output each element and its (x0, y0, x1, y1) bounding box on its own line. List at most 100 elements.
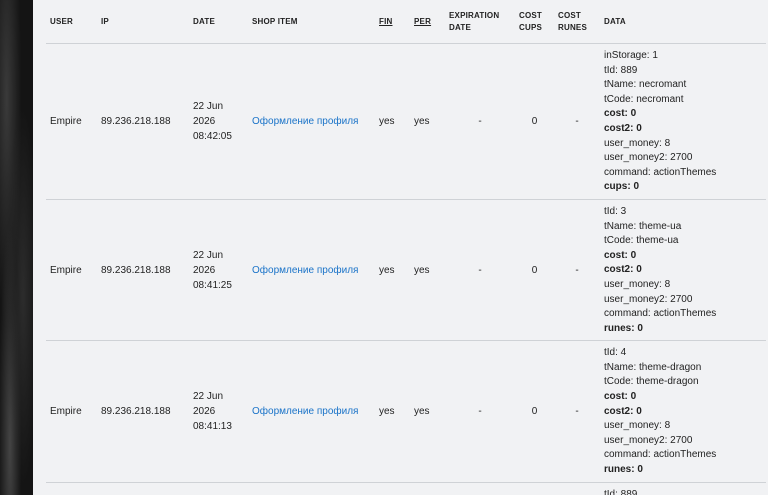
shop-log-table: USER IP DATE SHOP ITEM FIN PER EXPIRATIO… (46, 0, 766, 495)
data-line: runes: 0 (604, 322, 643, 334)
date-cell: 22 Jun 2026 08:41:13 (189, 340, 248, 483)
date-cell (189, 482, 248, 495)
cost-cups-cell: 0 (515, 43, 554, 200)
fin-cell: yes (375, 199, 410, 342)
expiration-cell: - (445, 199, 515, 342)
table-row: Empire 89.236.218.188 22 Jun 2026 08:41:13 Оф… (46, 340, 766, 483)
data-line: tId: 889 (604, 64, 638, 76)
data-cell: tId: 889 (600, 482, 766, 495)
header-user[interactable]: USER (46, 0, 97, 44)
cost-runes-cell: - (554, 43, 600, 200)
data-line: cost2: 0 (604, 405, 642, 417)
shop-item-cell: Оформление профиля (248, 199, 375, 342)
header-fin[interactable]: FIN (375, 0, 410, 44)
header-expiration-line2: DATE (449, 22, 471, 32)
data-line: user_money2: 2700 (604, 434, 693, 446)
data-line: command: actionThemes (604, 166, 717, 178)
data-line: user_money: 8 (604, 420, 671, 432)
ip-cell: 89.236.218.188 (97, 199, 189, 342)
data-line: cost: 0 (604, 108, 637, 120)
date-year: 2026 (193, 264, 216, 276)
header-per[interactable]: PER (410, 0, 445, 44)
cost-runes-cell: - (554, 199, 600, 342)
date-year: 2026 (193, 405, 216, 417)
date-day: 22 Jun (193, 390, 224, 402)
background-artwork (0, 0, 33, 495)
data-line: tId: 4 (604, 347, 627, 359)
user-cell: Empire (46, 43, 97, 200)
shop-item-cell (248, 482, 375, 495)
cost-cups-cell: 0 (515, 199, 554, 342)
data-line: user_money: 8 (604, 278, 671, 290)
data-line: cost: 0 (604, 391, 637, 403)
data-cell: tId: 4 tName: theme-dragon tCode: theme-dr… (600, 340, 766, 483)
cost-cups-cell: 0 (515, 340, 554, 483)
header-cost-runes-line1: COST (558, 10, 582, 20)
data-line: tCode: theme-dragon (604, 376, 699, 388)
data-line: cost2: 0 (604, 264, 642, 276)
data-line: command: actionThemes (604, 449, 717, 461)
expiration-cell: - (445, 340, 515, 483)
fin-cell: yes (375, 43, 410, 200)
fin-cell: yes (375, 340, 410, 483)
data-line: cups: 0 (604, 181, 640, 193)
header-date[interactable]: DATE (189, 0, 248, 44)
table-row: tId: 889 (46, 482, 766, 495)
shop-item-link[interactable]: Оформление профиля (252, 406, 358, 417)
per-cell: yes (410, 199, 445, 342)
per-cell (410, 482, 445, 495)
date-cell: 22 Jun 2026 08:42:05 (189, 43, 248, 200)
data-line: user_money2: 2700 (604, 293, 693, 305)
date-time: 08:42:05 (193, 130, 232, 142)
shop-item-link[interactable]: Оформление профиля (252, 116, 358, 127)
data-line: tName: theme-dragon (604, 361, 702, 373)
data-line: tId: 3 (604, 205, 627, 217)
header-expiration-line1: EXPIRATION (449, 10, 500, 20)
data-line: user_money: 8 (604, 137, 671, 149)
cost-runes-cell: - (554, 340, 600, 483)
date-time: 08:41:25 (193, 279, 232, 291)
per-cell: yes (410, 340, 445, 483)
data-line: user_money2: 2700 (604, 152, 693, 164)
header-ip[interactable]: IP (97, 0, 189, 44)
expiration-cell: - (445, 43, 515, 200)
log-panel: USER IP DATE SHOP ITEM FIN PER EXPIRATIO… (33, 0, 768, 495)
data-line: command: actionThemes (604, 308, 717, 320)
table-row: Empire 89.236.218.188 22 Jun 2026 08:41:25 Оф… (46, 199, 766, 342)
date-time: 08:41:13 (193, 420, 232, 432)
date-year: 2026 (193, 115, 216, 127)
data-line: tName: necromant (604, 79, 687, 91)
header-cost-runes-line2: RUNES (558, 22, 588, 32)
header-cost-cups[interactable]: COST CUPS (515, 0, 554, 44)
expiration-cell (445, 482, 515, 495)
user-cell: Empire (46, 199, 97, 342)
data-line: tCode: necromant (604, 93, 684, 105)
shop-item-link[interactable]: Оформление профиля (252, 265, 358, 276)
header-expiration-date[interactable]: EXPIRATION DATE (445, 0, 515, 44)
table-header-row: USER IP DATE SHOP ITEM FIN PER EXPIRATIO… (46, 0, 766, 44)
header-cost-cups-line2: CUPS (519, 22, 543, 32)
data-cell: tId: 3 tName: theme-ua tCode: theme-ua cost… (600, 199, 766, 342)
header-data[interactable]: DATA (600, 0, 766, 44)
user-cell (46, 482, 97, 495)
header-cost-cups-line1: COST (519, 10, 543, 20)
shop-item-cell: Оформление профиля (248, 43, 375, 200)
date-day: 22 Jun (193, 100, 224, 112)
ip-cell: 89.236.218.188 (97, 43, 189, 200)
shop-item-cell: Оформление профиля (248, 340, 375, 483)
data-line: tName: theme-ua (604, 220, 682, 232)
ip-cell: 89.236.218.188 (97, 340, 189, 483)
data-line: cost2: 0 (604, 122, 642, 134)
table-row: Empire 89.236.218.188 22 Jun 2026 08:42:05 Оф… (46, 43, 766, 200)
data-cell: inStorage: 1 tId: 889 tName: necromant tCod… (600, 43, 766, 200)
date-cell: 22 Jun 2026 08:41:25 (189, 199, 248, 342)
ip-cell (97, 482, 189, 495)
user-cell: Empire (46, 340, 97, 483)
cost-cups-cell (515, 482, 554, 495)
data-line: tCode: theme-ua (604, 235, 679, 247)
header-cost-runes[interactable]: COST RUNES (554, 0, 600, 44)
fin-cell (375, 482, 410, 495)
data-line: inStorage: 1 (604, 50, 658, 61)
data-line: runes: 0 (604, 464, 643, 476)
header-shop-item[interactable]: SHOP ITEM (248, 0, 375, 44)
